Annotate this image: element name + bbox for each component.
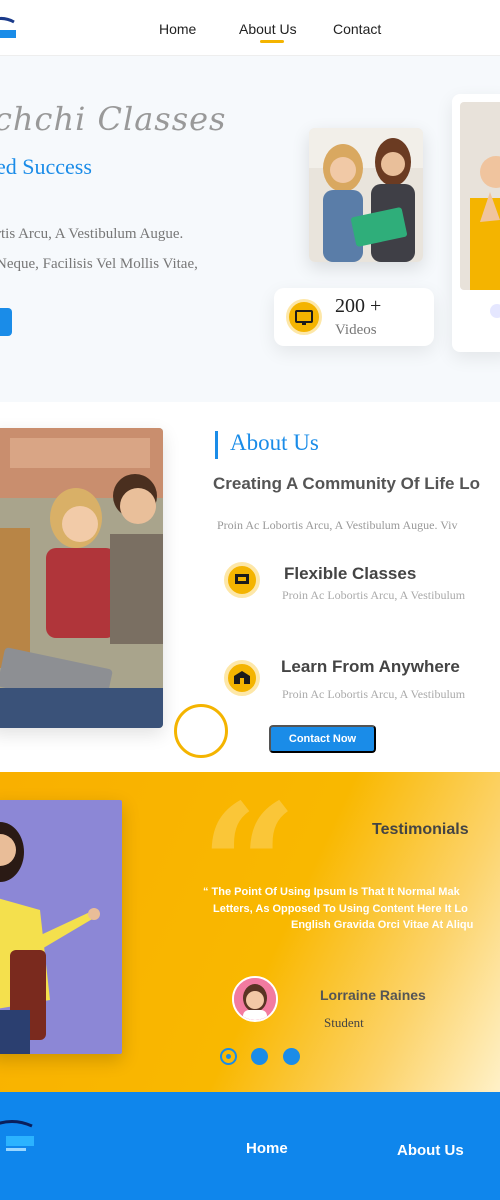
testimonial-role: Student	[324, 1015, 364, 1030]
feature-flexible-title: Flexible Classes	[284, 564, 417, 583]
testimonial-name: Lorraine Raines	[320, 987, 426, 1003]
footer: Home About Us	[0, 1092, 500, 1200]
testimonial-quote-line1: “ The Point Of Using Ipsum Is That It No…	[203, 886, 460, 898]
monitor-icon	[286, 299, 322, 335]
nav-about-link[interactable]: About Us	[239, 21, 297, 37]
videos-count: 200 +	[335, 295, 382, 317]
hero-students-photo	[309, 128, 423, 262]
about-title-bar	[215, 431, 218, 459]
hero-side-card	[452, 94, 500, 352]
feature-anywhere-text: Proin Ac Lobortis Arcu, A Vestibulum	[282, 687, 466, 701]
top-navbar: Home About Us Contact	[0, 0, 500, 56]
camera-icon	[490, 304, 500, 318]
brand-logo[interactable]	[0, 14, 16, 44]
videos-label: Videos	[335, 322, 377, 338]
quote-mark-icon: “	[200, 767, 298, 967]
about-students-photo	[0, 428, 163, 728]
testimonial-avatar	[232, 976, 278, 1022]
about-section: About Us Creating A Community Of Life Lo…	[0, 402, 500, 772]
hero-paragraph-line2: Neque, Facilisis Vel Mollis Vitae,	[0, 256, 198, 272]
feature-flexible-text: Proin Ac Lobortis Arcu, A Vestibulum	[282, 588, 466, 602]
footer-logo[interactable]	[0, 1114, 38, 1158]
presentation-icon	[224, 562, 260, 598]
testimonial-student-photo	[0, 800, 122, 1054]
nav-active-indicator	[260, 40, 284, 43]
testimonial-quote-line2: Letters, As Opposed To Using Content Her…	[213, 903, 468, 915]
about-title: About Us	[230, 430, 319, 455]
testimonials-title: Testimonials	[372, 821, 469, 838]
contact-now-button[interactable]: Contact Now	[269, 725, 376, 753]
feature-anywhere-title: Learn From Anywhere	[281, 657, 460, 676]
hero-side-photo	[460, 102, 500, 290]
nav-home-link[interactable]: Home	[159, 21, 196, 37]
slider-dot-3[interactable]	[283, 1048, 300, 1065]
hero-cta-button[interactable]	[0, 308, 12, 336]
footer-about-link[interactable]: About Us	[397, 1142, 464, 1159]
decorative-ring	[174, 704, 228, 758]
hero-paragraph-line1: rtis Arcu, A Vestibulum Augue.	[0, 226, 184, 242]
about-paragraph: Proin Ac Lobortis Arcu, A Vestibulum Aug…	[217, 518, 458, 532]
hero-script-title: chchi Classes	[0, 100, 227, 138]
footer-home-link[interactable]: Home	[246, 1140, 288, 1157]
school-icon	[224, 660, 260, 696]
nav-contact-link[interactable]: Contact	[333, 21, 381, 37]
about-heading: Creating A Community Of Life Lo	[213, 474, 480, 493]
slider-dot-2[interactable]	[251, 1048, 268, 1065]
slider-dot-1[interactable]	[220, 1048, 237, 1065]
testimonial-quote-line3: English Gravida Orci Vitae At Aliqu	[291, 919, 474, 931]
hero-subtitle: ed Success	[0, 154, 92, 179]
testimonials-section: “ Testimonials “ The Point Of Using Ipsu…	[0, 772, 500, 1092]
hero-section: chchi Classes ed Success rtis Arcu, A Ve…	[0, 56, 500, 402]
videos-stat-card: 200 + Videos	[274, 288, 434, 346]
